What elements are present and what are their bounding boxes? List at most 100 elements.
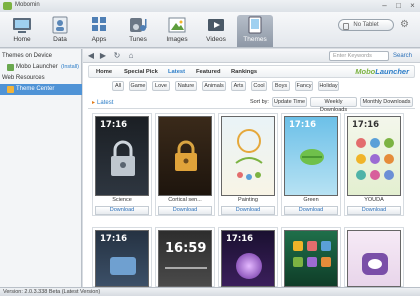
theme-card[interactable]: 17:16 — [218, 227, 278, 287]
nav-data-button[interactable]: Data — [42, 15, 78, 47]
theme-preview[interactable]: 17:16 — [284, 116, 338, 196]
nav-apps-button[interactable]: Apps — [81, 15, 117, 47]
list-header: Latest Sort by: Update Time Weekly Downl… — [88, 97, 415, 113]
tab-featured[interactable]: Featured — [196, 68, 220, 77]
themes-icon — [248, 16, 262, 34]
app-logo-icon — [3, 2, 12, 10]
category-boys[interactable]: Boys — [272, 81, 290, 91]
padlock-icon — [175, 140, 197, 171]
sort-update-time[interactable]: Update Time — [272, 97, 307, 107]
download-button[interactable]: Download — [95, 206, 149, 215]
tab-latest[interactable]: Latest — [168, 68, 185, 77]
forward-arrow-icon[interactable]: ▶ — [98, 51, 108, 61]
nav-themes-button[interactable]: Themes — [237, 15, 273, 47]
category-game[interactable]: Game — [129, 81, 147, 91]
maximize-icon[interactable]: □ — [392, 1, 405, 11]
app-icons-grid-icon — [356, 138, 394, 180]
home-page-icon[interactable]: ⌂ — [126, 51, 136, 61]
download-button[interactable]: Download — [221, 206, 275, 215]
theme-card[interactable]: 16:59 — [155, 227, 215, 287]
contacts-icon — [52, 16, 68, 34]
theme-center-icon — [7, 86, 14, 93]
theme-card[interactable] — [281, 227, 341, 287]
category-arts[interactable]: Arts — [231, 81, 246, 91]
preview-clock: 16:59 — [165, 241, 207, 256]
theme-card[interactable]: 17:16 Science Download — [92, 113, 152, 216]
sidebar-item-label: Mobo Launcher — [16, 64, 58, 70]
theme-preview[interactable] — [284, 230, 338, 287]
sidebar: Themes on Device Mobo Launcher (Install)… — [0, 49, 82, 287]
theme-card[interactable]: 17:16 Green Download — [281, 113, 341, 216]
category-fancy[interactable]: Fancy — [295, 81, 313, 91]
theme-name: Painting — [238, 197, 258, 203]
search-input[interactable]: Enter Keywords — [329, 51, 389, 61]
app-title: Mobomin — [15, 2, 40, 8]
divider-line — [165, 267, 207, 269]
theme-preview[interactable] — [158, 116, 212, 196]
search-button[interactable]: Search — [393, 51, 412, 61]
theme-card[interactable]: 17:16 YOUDA Download — [344, 113, 404, 216]
launcher-icon — [7, 64, 14, 71]
tab-special-pick[interactable]: Special Pick — [124, 68, 158, 77]
sidebar-item-label: Theme Center — [16, 86, 55, 92]
browser-nav-bar: ◀ ▶ ↻ ⌂ Enter Keywords Search — [83, 49, 420, 63]
device-selector-button[interactable]: No Tablet — [338, 19, 394, 31]
category-cool[interactable]: Cool — [251, 81, 267, 91]
theme-preview[interactable]: 17:16 — [221, 230, 275, 287]
sort-label: Sort by: — [250, 99, 269, 105]
sort-monthly-downloads[interactable]: Monthly Downloads — [360, 97, 413, 107]
install-count[interactable]: (Install) — [61, 62, 79, 73]
sidebar-item-theme-center[interactable]: Theme Center — [0, 84, 82, 95]
preview-clock: 17:16 — [289, 120, 317, 130]
theme-name: Cortical sen... — [168, 197, 202, 203]
video-icon — [208, 19, 224, 31]
nav-home-button[interactable]: Home — [4, 15, 40, 47]
nav-tunes-button[interactable]: Tunes — [120, 15, 156, 47]
theme-grid: 17:16 Science Download Cortical sen... D… — [83, 113, 420, 287]
close-icon[interactable]: × — [406, 1, 419, 11]
category-animals[interactable]: Animals — [202, 81, 226, 91]
minimize-icon[interactable]: – — [378, 1, 391, 11]
back-arrow-icon[interactable]: ◀ — [86, 51, 96, 61]
sidebar-item-mobo-launcher[interactable]: Mobo Launcher (Install) — [0, 62, 82, 73]
sort-weekly-downloads[interactable]: Weekly Downloads — [310, 97, 357, 113]
download-button[interactable]: Download — [347, 206, 401, 215]
theme-card[interactable]: Cortical sen... Download — [155, 113, 215, 216]
theme-preview[interactable]: 17:16 — [95, 116, 149, 196]
leaf-icon — [300, 149, 324, 165]
apps-grid-icon — [92, 17, 106, 31]
theme-preview[interactable] — [347, 230, 401, 287]
sidebar-section-web: Web Resources — [2, 75, 45, 81]
theme-tabs: Home Special Pick Latest Featured Rankin… — [88, 65, 415, 78]
theme-card[interactable] — [344, 227, 404, 287]
mobo-launcher-logo: MoboLauncher — [355, 67, 409, 76]
download-button[interactable]: Download — [158, 206, 212, 215]
tab-rankings[interactable]: Rankings — [231, 68, 257, 77]
category-love[interactable]: Love — [152, 81, 170, 91]
category-holiday[interactable]: Holiday — [318, 81, 339, 91]
theme-name: Green — [303, 197, 319, 203]
theme-preview[interactable]: 17:16 — [95, 230, 149, 287]
tab-home[interactable]: Home — [96, 68, 112, 77]
theme-name: Science — [112, 197, 132, 203]
music-note-icon — [130, 18, 147, 32]
category-all[interactable]: All — [112, 81, 124, 91]
nav-videos-button[interactable]: Videos — [198, 15, 234, 47]
theme-name: YOUDA — [364, 197, 384, 203]
refresh-icon[interactable]: ↻ — [112, 51, 122, 61]
category-filter: All Game Love Nature Animals Arts Cool B… — [88, 81, 415, 93]
gear-icon[interactable]: ⚙ — [400, 19, 412, 31]
title-bar: Mobomin – □ × — [0, 0, 420, 12]
theme-card[interactable]: 17:16 — [92, 227, 152, 287]
preview-clock: 17:16 — [100, 234, 128, 244]
list-heading: Latest — [92, 99, 113, 106]
theme-preview[interactable]: 17:16 — [347, 116, 401, 196]
download-button[interactable]: Download — [284, 206, 338, 215]
theme-preview[interactable]: 16:59 — [158, 230, 212, 287]
theme-card[interactable]: Painting Download — [218, 113, 278, 216]
widget-icon — [110, 257, 136, 275]
category-nature[interactable]: Nature — [175, 81, 197, 91]
app-icons-grid-icon — [293, 241, 331, 267]
theme-preview[interactable] — [221, 116, 275, 196]
nav-images-button[interactable]: Images — [159, 15, 195, 47]
